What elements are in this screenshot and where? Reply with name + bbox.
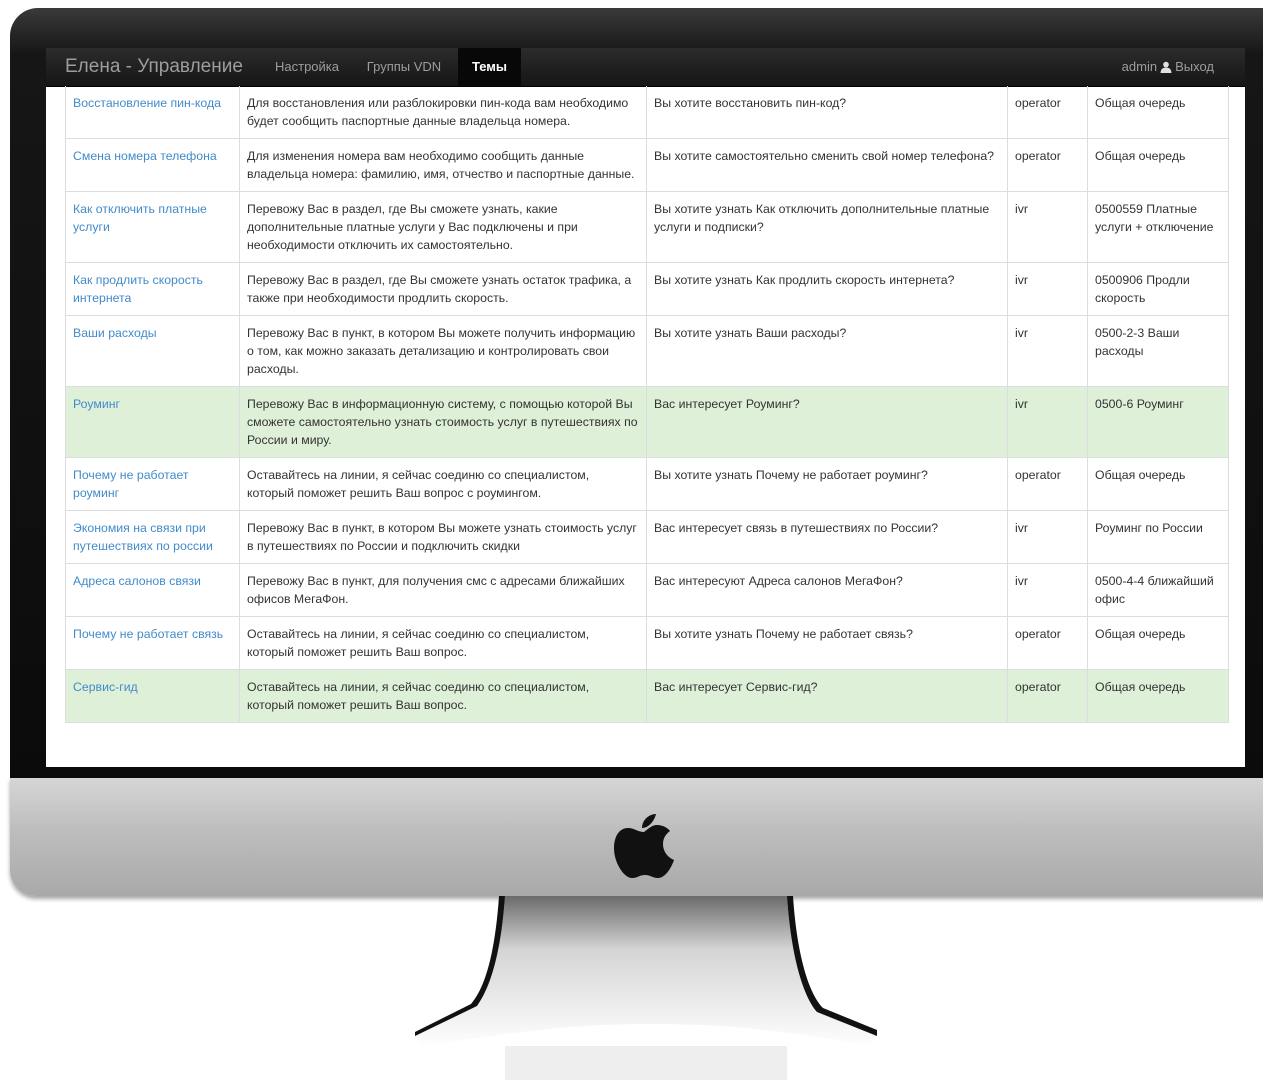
topic-question-cell: Вы хотите узнать Ваши расходы?: [646, 315, 1008, 387]
topic-name-cell: Сервис-гид: [65, 669, 240, 723]
topic-question-cell: Вы хотите самостоятельно сменить свой но…: [646, 138, 1008, 192]
navbar: Елена - Управление Настройка Группы VDN …: [46, 48, 1245, 87]
topic-question-cell: Вас интересует Роуминг?: [646, 386, 1008, 458]
logout-link[interactable]: Выход: [1175, 59, 1214, 74]
username: admin: [1121, 59, 1158, 74]
topic-route-cell: operator: [1007, 616, 1088, 670]
monitor-stand: [415, 896, 877, 1080]
topic-link[interactable]: Как продлить скорость интернета: [73, 273, 203, 305]
topic-question-cell: Вы хотите узнать Почему не работает роум…: [646, 457, 1008, 511]
user-area: admin Выход: [1122, 48, 1214, 86]
topic-route-cell: ivr: [1007, 262, 1088, 316]
topic-text-cell: Перевожу Вас в пункт, в котором Вы может…: [239, 315, 647, 387]
topics-table-body: Восстановление пин-кода Для восстановлени…: [65, 86, 1229, 723]
nav-link-settings[interactable]: Настройка: [265, 48, 349, 86]
topic-target-cell: 0500-2-3 Ваши расходы: [1087, 315, 1229, 387]
topic-target-cell: Общая очередь: [1087, 86, 1229, 139]
topic-target-cell: Общая очередь: [1087, 616, 1229, 670]
topic-text-cell: Перевожу Вас в раздел, где Вы сможете уз…: [239, 262, 647, 316]
table-row: Восстановление пин-кода Для восстановлени…: [65, 86, 1229, 139]
topic-target-cell: Общая очередь: [1087, 669, 1229, 723]
topic-name-cell: Смена номера телефона: [65, 138, 240, 192]
table-row: Экономия на связи при путешествиях по ро…: [65, 510, 1229, 564]
topic-question-cell: Вас интересует Сервис-гид?: [646, 669, 1008, 723]
topic-text-cell: Для изменения номера вам необходимо сооб…: [239, 138, 647, 192]
table-row: Сервис-гид Оставайтесь на линии, я сейчас…: [65, 669, 1229, 723]
topics-table-wrapper: Восстановление пин-кода Для восстановлени…: [65, 86, 1229, 723]
table-row: Как отключить платные услуги Перевожу Вас…: [65, 191, 1229, 263]
topic-name-cell: Восстановление пин-кода: [65, 86, 240, 139]
topic-question-cell: Вы хотите восстановить пин-код?: [646, 86, 1008, 139]
brand-title[interactable]: Елена - Управление: [65, 56, 243, 78]
topic-link[interactable]: Почему не работает связь: [73, 627, 223, 641]
topic-route-cell: ivr: [1007, 386, 1088, 458]
topic-target-cell: Общая очередь: [1087, 138, 1229, 192]
topic-question-cell: Вы хотите узнать Как отключить дополните…: [646, 191, 1008, 263]
topic-question-cell: Вы хотите узнать Почему не работает связ…: [646, 616, 1008, 670]
topic-name-cell: Роуминг: [65, 386, 240, 458]
table-row: Адреса салонов связи Перевожу Вас в пункт…: [65, 563, 1229, 617]
topic-name-cell: Ваши расходы: [65, 315, 240, 387]
topic-link[interactable]: Сервис-гид: [73, 680, 138, 694]
user-icon: [1160, 61, 1172, 73]
topic-link[interactable]: Ваши расходы: [73, 326, 157, 340]
topic-text-cell: Оставайтесь на линии, я сейчас соединю с…: [239, 457, 647, 511]
topic-question-cell: Вас интересуют Адреса салонов МегаФон?: [646, 563, 1008, 617]
topic-name-cell: Экономия на связи при путешествиях по ро…: [65, 510, 240, 564]
topic-route-cell: operator: [1007, 457, 1088, 511]
topic-target-cell: Общая очередь: [1087, 457, 1229, 511]
topic-name-cell: Как отключить платные услуги: [65, 191, 240, 263]
topic-route-cell: ivr: [1007, 191, 1088, 263]
app-screen: Елена - Управление Настройка Группы VDN …: [46, 48, 1245, 767]
topic-route-cell: ivr: [1007, 563, 1088, 617]
topic-target-cell: 0500559 Платные услуги + отключение: [1087, 191, 1229, 263]
topic-text-cell: Оставайтесь на линии, я сейчас соединю с…: [239, 616, 647, 670]
table-row: Как продлить скорость интернета Перевожу …: [65, 262, 1229, 316]
topic-text-cell: Перевожу Вас в пункт, для получения смс …: [239, 563, 647, 617]
topic-route-cell: operator: [1007, 86, 1088, 139]
topic-link[interactable]: Почему не работает роуминг: [73, 468, 189, 500]
apple-logo-icon: [614, 814, 674, 878]
topic-target-cell: 0500906 Продли скорость: [1087, 262, 1229, 316]
topic-text-cell: Перевожу Вас в информационную систему, с…: [239, 386, 647, 458]
topic-link[interactable]: Восстановление пин-кода: [73, 96, 221, 110]
table-row: Роуминг Перевожу Вас в информационную сис…: [65, 386, 1229, 458]
topic-link[interactable]: Роуминг: [73, 397, 120, 411]
topic-name-cell: Почему не работает роуминг: [65, 457, 240, 511]
topic-link[interactable]: Как отключить платные услуги: [73, 202, 207, 234]
topic-route-cell: operator: [1007, 138, 1088, 192]
topic-link[interactable]: Смена номера телефона: [73, 149, 217, 163]
table-row: Ваши расходы Перевожу Вас в пункт, в кото…: [65, 315, 1229, 387]
topic-text-cell: Перевожу Вас в раздел, где Вы сможете уз…: [239, 191, 647, 263]
topic-name-cell: Почему не работает связь: [65, 616, 240, 670]
topic-name-cell: Как продлить скорость интернета: [65, 262, 240, 316]
topic-link[interactable]: Адреса салонов связи: [73, 574, 201, 588]
table-row: Почему не работает связь Оставайтесь на л…: [65, 616, 1229, 670]
table-row: Смена номера телефона Для изменения номер…: [65, 138, 1229, 192]
topics-table: Восстановление пин-кода Для восстановлени…: [65, 86, 1229, 723]
topic-name-cell: Адреса салонов связи: [65, 563, 240, 617]
topic-target-cell: 0500-6 Роуминг: [1087, 386, 1229, 458]
topic-text-cell: Для восстановления или разблокировки пин…: [239, 86, 647, 139]
topic-question-cell: Вы хотите узнать Как продлить скорость и…: [646, 262, 1008, 316]
topic-text-cell: Перевожу Вас в пункт, в котором Вы может…: [239, 510, 647, 564]
topic-route-cell: ivr: [1007, 510, 1088, 564]
topic-route-cell: ivr: [1007, 315, 1088, 387]
nav-link-vdn-groups[interactable]: Группы VDN: [358, 48, 450, 86]
topic-question-cell: Вас интересует связь в путешествиях по Р…: [646, 510, 1008, 564]
table-row: Почему не работает роуминг Оставайтесь на…: [65, 457, 1229, 511]
topic-target-cell: 0500-4-4 ближайший офис: [1087, 563, 1229, 617]
nav-link-topics[interactable]: Темы: [458, 48, 521, 86]
topic-link[interactable]: Экономия на связи при путешествиях по ро…: [73, 521, 213, 553]
topic-route-cell: operator: [1007, 669, 1088, 723]
topic-text-cell: Оставайтесь на линии, я сейчас соединю с…: [239, 669, 647, 723]
topic-target-cell: Роуминг по России: [1087, 510, 1229, 564]
